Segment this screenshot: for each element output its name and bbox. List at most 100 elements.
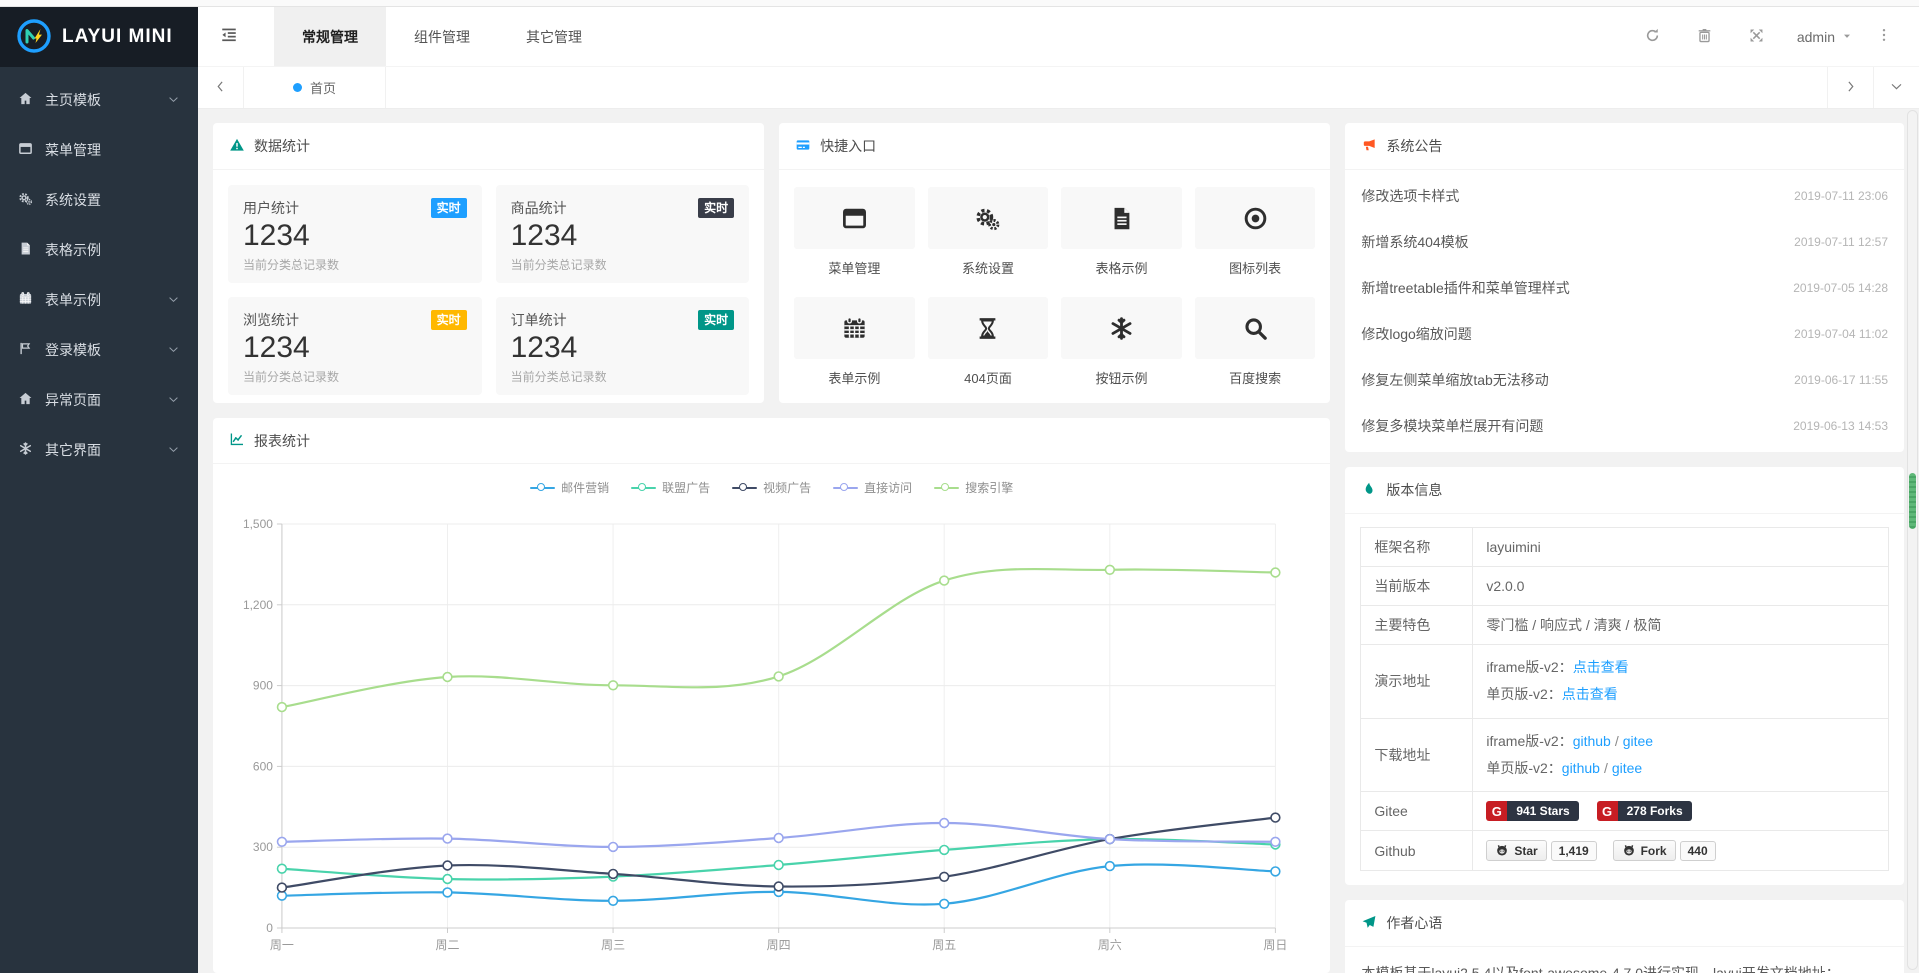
sidebar-item-7[interactable]: 其它界面 [0,425,198,475]
svg-text:0: 0 [266,921,273,935]
github-fork-button[interactable]: Fork [1613,840,1676,861]
tab-scroll-left-button[interactable] [198,67,244,108]
page-scrollbar[interactable] [1907,110,1918,970]
legend-item-3[interactable]: 直接访问 [833,479,912,496]
stat-box-2: 浏览统计 实时 1234 当前分类总记录数 [228,297,482,395]
legend-marker [530,483,555,493]
gitee-forks-badge[interactable]: G 278 Forks [1597,801,1692,821]
chevron-down-icon [167,393,180,408]
notice-item-3[interactable]: 修改logo缩放问题 2019-07-04 11:02 [1361,311,1888,357]
fullscreen-icon [1748,27,1765,46]
quick-entry-3[interactable]: 图标列表 [1195,187,1316,277]
tab-scroll-right-button[interactable] [1827,67,1873,108]
clear-cache-button[interactable] [1679,27,1731,47]
github-fork-count[interactable]: 440 [1680,841,1716,861]
stat-value: 1234 [511,331,735,366]
line-chart[interactable]: 03006009001,2001,500周一周二周三周四周五周六周日 [213,498,1330,973]
legend-item-0[interactable]: 邮件营销 [530,479,609,496]
svg-text:周六: 周六 [1098,938,1122,952]
quick-entry-1[interactable]: 系统设置 [928,187,1049,277]
card-title: 系统公告 [1386,136,1442,156]
quick-entry-7[interactable]: 百度搜索 [1195,297,1316,387]
card-title: 版本信息 [1386,480,1442,500]
user-dropdown[interactable]: admin [1783,29,1867,45]
calendar-icon [794,297,915,359]
gears-icon [18,191,38,208]
quick-entry-label: 表单示例 [794,368,915,387]
quick-entry-0[interactable]: 菜单管理 [794,187,915,277]
gitee-stars-badge[interactable]: G 941 Stars [1486,801,1578,821]
notice-list: 修改选项卡样式 2019-07-11 23:06 新增系统404模板 2019-… [1345,170,1904,452]
sidebar-item-1[interactable]: 菜单管理 [0,125,198,175]
fullscreen-button[interactable] [1731,27,1783,47]
card-title: 报表统计 [254,431,310,451]
sidebar-item-6[interactable]: 异常页面 [0,375,198,425]
leaf-icon [1361,481,1377,500]
octocat-icon [1495,843,1509,858]
legend-label: 搜索引擎 [965,479,1013,496]
notice-item-1[interactable]: 新增系统404模板 2019-07-11 12:57 [1361,219,1888,265]
svg-text:周四: 周四 [767,938,791,952]
table-row: 演示地址 iframe版-v2：点击查看 单页版-v2：点击查看 [1361,645,1889,719]
quick-entry-6[interactable]: 按钮示例 [1061,297,1182,387]
refresh-icon [1644,27,1661,46]
notice-time: 2019-07-11 12:57 [1794,235,1888,249]
download-github-link[interactable]: github [1573,733,1611,749]
quick-entry-5[interactable]: 404页面 [928,297,1049,387]
window-icon [794,187,915,249]
table-row: 主要特色 零门槛 / 响应式 / 清爽 / 极简 [1361,606,1889,645]
quick-entry-2[interactable]: 表格示例 [1061,187,1182,277]
github-star-button[interactable]: Star [1486,840,1546,861]
stat-box-3: 订单统计 实时 1234 当前分类总记录数 [496,297,750,395]
logo[interactable]: LAYUI MINI [0,7,198,67]
svg-text:周五: 周五 [932,938,956,952]
quick-entry-4[interactable]: 表单示例 [794,297,915,387]
quick-entry-label: 系统设置 [928,258,1049,277]
tab-home[interactable]: 首页 [244,67,386,108]
legend-item-4[interactable]: 搜索引擎 [934,479,1013,496]
download-gitee-link[interactable]: gitee [1612,760,1642,776]
card-title: 快捷入口 [820,136,876,156]
demo-iframe-link[interactable]: 点击查看 [1573,659,1629,675]
chevron-right-icon [1843,79,1858,96]
notice-item-5[interactable]: 修复多模块菜单栏展开有问题 2019-06-13 14:53 [1361,403,1888,449]
download-github-link[interactable]: github [1562,760,1600,776]
report-chart-svg: 03006009001,2001,500周一周二周三周四周五周六周日 [228,500,1315,970]
more-menu-button[interactable] [1867,27,1901,46]
table-row: Github Star 1,419 Fork 440 [1361,831,1889,871]
layui-logo-icon [16,18,52,57]
refresh-button[interactable] [1627,27,1679,47]
notice-item-4[interactable]: 修复左侧菜单缩放tab无法移动 2019-06-17 11:55 [1361,357,1888,403]
window-top-strip [0,0,1919,7]
stat-box-0: 用户统计 实时 1234 当前分类总记录数 [228,185,482,283]
current-version: v2.0.0 [1473,567,1889,606]
notice-time: 2019-07-11 23:06 [1794,189,1888,203]
sidebar-item-2[interactable]: 系统设置 [0,175,198,225]
collapse-sidebar-button[interactable] [198,7,260,66]
credit-card-icon [795,137,811,156]
legend-label: 视频广告 [763,479,811,496]
sidebar-item-label: 异常页面 [45,390,167,410]
notice-item-0[interactable]: 修改选项卡样式 2019-07-11 23:06 [1361,173,1888,219]
download-gitee-link[interactable]: gitee [1623,733,1653,749]
sidebar-item-0[interactable]: 主页模板 [0,75,198,125]
quick-entry-card: 快捷入口 菜单管理 系统设置 表格示例 图标列表 表单示例 404页面 按钮示例… [779,123,1330,403]
demo-spa-link[interactable]: 点击查看 [1562,686,1618,702]
notice-time: 2019-07-05 14:28 [1793,281,1888,295]
header-tab-2[interactable]: 其它管理 [498,7,610,66]
features: 零门槛 / 响应式 / 清爽 / 极简 [1473,606,1889,645]
legend-item-1[interactable]: 联盟广告 [631,479,710,496]
notice-item-2[interactable]: 新增treetable插件和菜单管理样式 2019-07-05 14:28 [1361,265,1888,311]
tab-operations-dropdown[interactable] [1873,67,1919,108]
asterisk-icon [1061,297,1182,359]
chevron-down-icon [167,293,180,308]
scrollbar-thumb[interactable] [1909,473,1916,529]
sidebar-item-3[interactable]: 表格示例 [0,225,198,275]
legend-item-2[interactable]: 视频广告 [732,479,811,496]
sidebar-item-4[interactable]: 表单示例 [0,275,198,325]
header-tab-1[interactable]: 组件管理 [386,7,498,66]
svg-text:300: 300 [253,840,273,854]
sidebar-item-5[interactable]: 登录模板 [0,325,198,375]
header-tab-0[interactable]: 常规管理 [274,7,386,66]
github-star-count[interactable]: 1,419 [1551,841,1597,861]
